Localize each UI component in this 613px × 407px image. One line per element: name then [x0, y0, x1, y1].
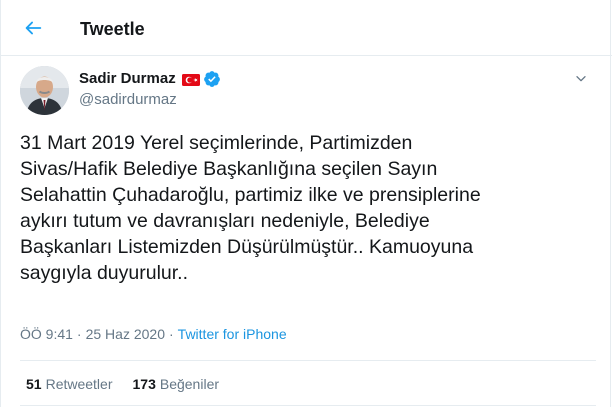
retweets-count: 51 [26, 376, 42, 392]
avatar[interactable] [20, 66, 69, 115]
author-handle[interactable]: @sadirdurmaz [79, 91, 177, 109]
author-name[interactable]: Sadir Durmaz [79, 70, 176, 88]
meta-separator: · [76, 326, 82, 342]
more-options-button[interactable] [568, 66, 594, 92]
likes-stat[interactable]: 173 Beğeniler [133, 375, 220, 393]
tweet-time[interactable]: ÖÖ 9:41 [20, 325, 73, 343]
turkey-flag-icon [181, 73, 200, 86]
chevron-down-icon [576, 75, 586, 82]
tweet-date[interactable]: 25 Haz 2020 [86, 325, 165, 343]
likes-count: 173 [132, 376, 156, 392]
tweet-text: 31 Mart 2019 Yerel seçimlerinde, Partimi… [20, 132, 481, 284]
page-title: Tweetle [80, 19, 145, 39]
author-name-row: Sadir Durmaz [79, 70, 221, 88]
page-header: Tweetle [1, 0, 612, 56]
divider [20, 405, 596, 406]
avatar-photo-icon [20, 66, 69, 115]
arrow-left-icon [25, 21, 42, 35]
tweet-source-link[interactable]: Twitter for iPhone [178, 325, 287, 343]
divider [20, 360, 596, 361]
back-button[interactable] [15, 10, 51, 46]
meta-separator: · [169, 326, 174, 342]
tweet-stats: 51 Retweetler 173 Beğeniler [26, 375, 219, 393]
verified-badge-icon [203, 70, 221, 88]
likes-label: Beğeniler [159, 376, 220, 392]
tweet-page: Tweetle Sadir Durmaz @sadirdurmaz 31 Mar… [0, 0, 612, 407]
retweets-label: Retweetler [45, 376, 113, 392]
tweet-meta: ÖÖ 9:41 · 25 Haz 2020 · Twitter for iPho… [20, 325, 287, 343]
retweets-stat[interactable]: 51 Retweetler [26, 375, 113, 393]
